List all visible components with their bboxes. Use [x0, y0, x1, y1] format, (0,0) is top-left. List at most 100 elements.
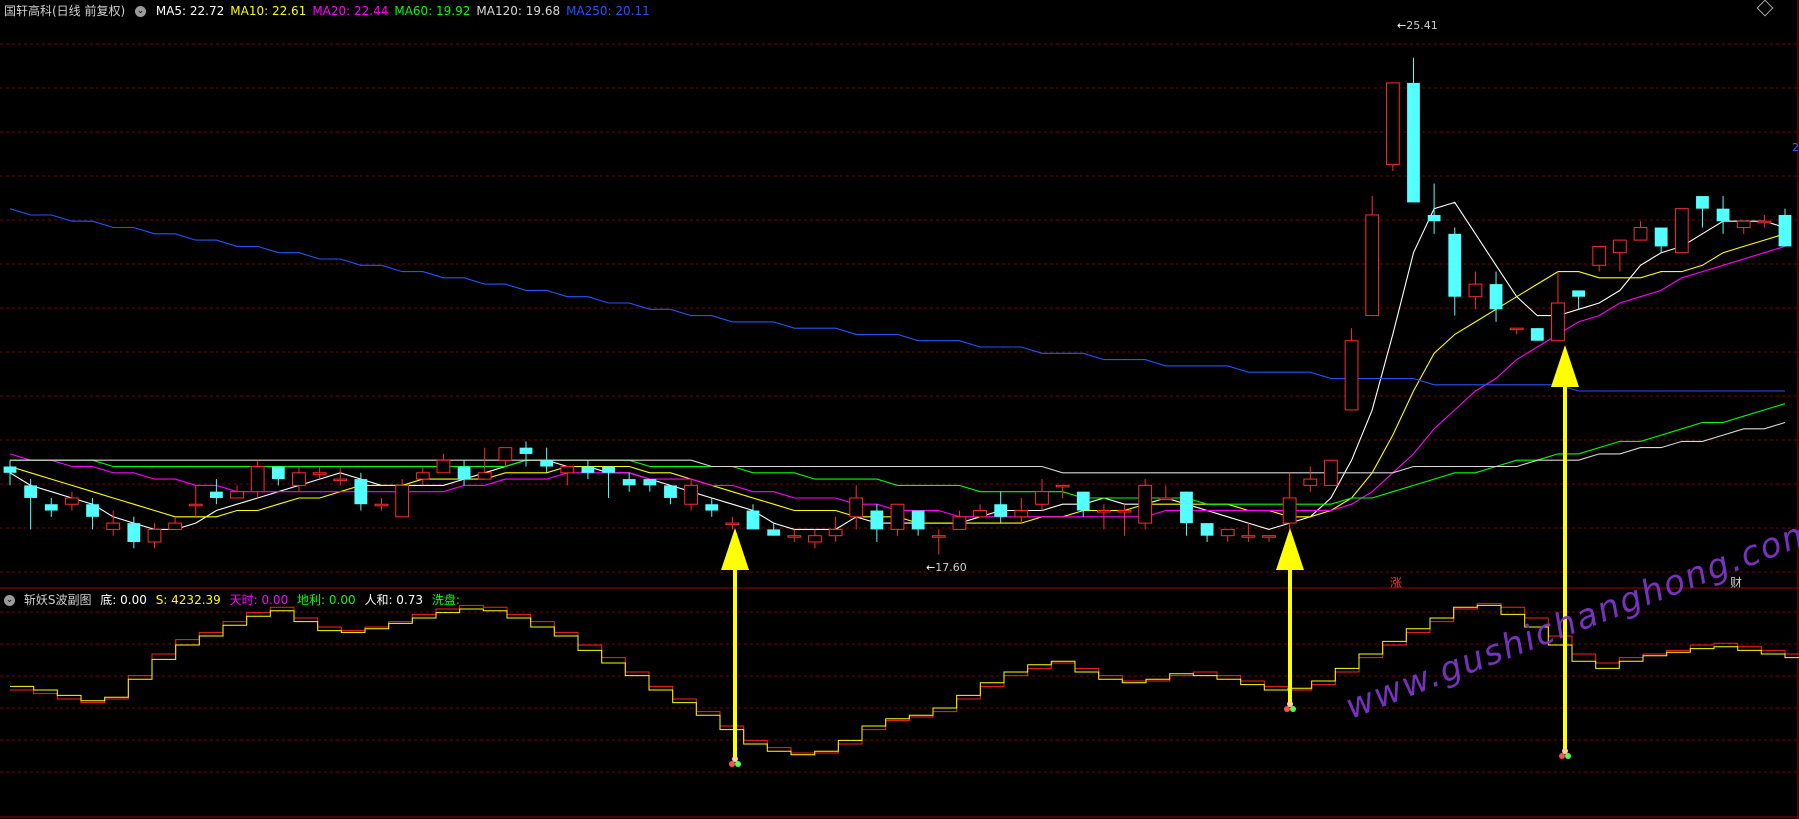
candle-body: [1324, 459, 1338, 486]
right-edge-label: 2: [1792, 141, 1799, 154]
candle-body: [705, 504, 719, 511]
candle-body: [1633, 227, 1648, 241]
candle-body: [849, 497, 864, 518]
high-label: ←25.41: [1397, 19, 1438, 32]
candle-body: [3, 466, 17, 473]
candle-body: [746, 510, 760, 530]
candle-body: [168, 522, 183, 530]
candle-body: [1696, 196, 1709, 209]
candle-body: [44, 504, 58, 511]
candle-body: [1407, 82, 1420, 203]
candle-body: [1592, 245, 1607, 266]
candle-body: [622, 479, 636, 486]
candle-body: [931, 535, 946, 538]
candle-body: [188, 503, 203, 507]
chart-canvas: [0, 0, 1799, 819]
candle-body: [1303, 478, 1318, 486]
signal-dot: [735, 761, 741, 767]
arrow-head-3: [1551, 345, 1579, 387]
candle-body: [1654, 227, 1668, 247]
candle-body: [787, 535, 802, 538]
candle-body: [477, 472, 492, 480]
candle-body: [1468, 283, 1483, 298]
candle-body: [230, 491, 244, 499]
candle-body: [1509, 327, 1524, 331]
candle-body: [292, 472, 306, 486]
candle-body: [333, 478, 348, 482]
candle-body: [808, 535, 822, 543]
candle-body: [870, 510, 884, 530]
candle-body: [684, 484, 699, 505]
candle-body: [127, 523, 141, 542]
candle-body: [209, 491, 223, 498]
candle-body: [1551, 302, 1565, 342]
candle-body: [65, 497, 79, 505]
candle-body: [1365, 214, 1380, 317]
candle-body: [1489, 284, 1503, 310]
signal-dot: [1559, 753, 1565, 759]
candle-body: [354, 479, 368, 505]
candle-body: [1427, 214, 1441, 222]
candle-body: [106, 522, 121, 530]
stock-chart-window: { "header": { "stock": "国轩高科(日线 前复权)", "…: [0, 0, 1799, 819]
candle-body: [1262, 535, 1276, 538]
ma-line-ma120: [10, 421, 1786, 474]
candle-body: [1674, 208, 1689, 254]
candle-body: [436, 459, 451, 474]
candle-body: [952, 516, 967, 530]
candle-body: [250, 466, 265, 493]
signal-dot: [1562, 748, 1568, 754]
candle-body: [1282, 497, 1297, 524]
candle-body: [560, 466, 575, 474]
candle-body: [1241, 535, 1256, 538]
candle-body: [1757, 220, 1772, 224]
candle-body: [1117, 510, 1132, 513]
candle-body: [395, 484, 410, 518]
candle-body: [1180, 491, 1193, 524]
candle-body: [767, 529, 781, 536]
candle-body: [1096, 510, 1111, 513]
candle-body: [1035, 491, 1049, 505]
signal-dot: [1287, 701, 1293, 707]
candle-body: [312, 472, 327, 475]
candle-body: [1448, 233, 1462, 297]
signal-dot: [1284, 706, 1290, 712]
candle-body: [890, 503, 905, 530]
candle-body: [664, 485, 677, 498]
candle-body: [1344, 340, 1359, 411]
candle-body: [86, 504, 99, 517]
signal-dot: [1565, 753, 1571, 759]
ma-line-ma250: [9, 208, 1785, 392]
candle-body: [1158, 497, 1173, 500]
candle-body: [1716, 208, 1730, 222]
candle-body: [973, 510, 987, 518]
signal-dot: [732, 756, 738, 762]
ma-line-ma5: [9, 201, 1786, 530]
candle-body: [1572, 290, 1586, 297]
candle-body: [540, 460, 554, 467]
candle-body: [519, 447, 533, 454]
candle-body: [271, 466, 285, 480]
candle-body: [1014, 510, 1029, 518]
candle-body: [602, 466, 615, 473]
candle-body: [911, 510, 925, 530]
ma-line-ma60: [10, 403, 1786, 505]
candle-body: [1076, 491, 1090, 511]
candle-body: [643, 479, 657, 486]
candle-body: [725, 522, 740, 526]
candle-body: [581, 466, 595, 473]
candle-body: [457, 466, 471, 480]
candle-body: [24, 485, 38, 498]
candle-body: [994, 504, 1008, 517]
candle-body: [1200, 523, 1214, 536]
arrow-head-1: [721, 528, 749, 570]
candle-body: [1612, 239, 1627, 254]
candle-body: [374, 503, 389, 507]
signal-dot: [729, 761, 735, 767]
candle-body: [828, 528, 843, 537]
ma-line-ma10: [9, 233, 1786, 524]
arrow-head-2: [1276, 528, 1304, 570]
candle-body: [1530, 328, 1544, 341]
candle-body: [1736, 220, 1751, 229]
low-label: ←17.60: [926, 561, 967, 574]
